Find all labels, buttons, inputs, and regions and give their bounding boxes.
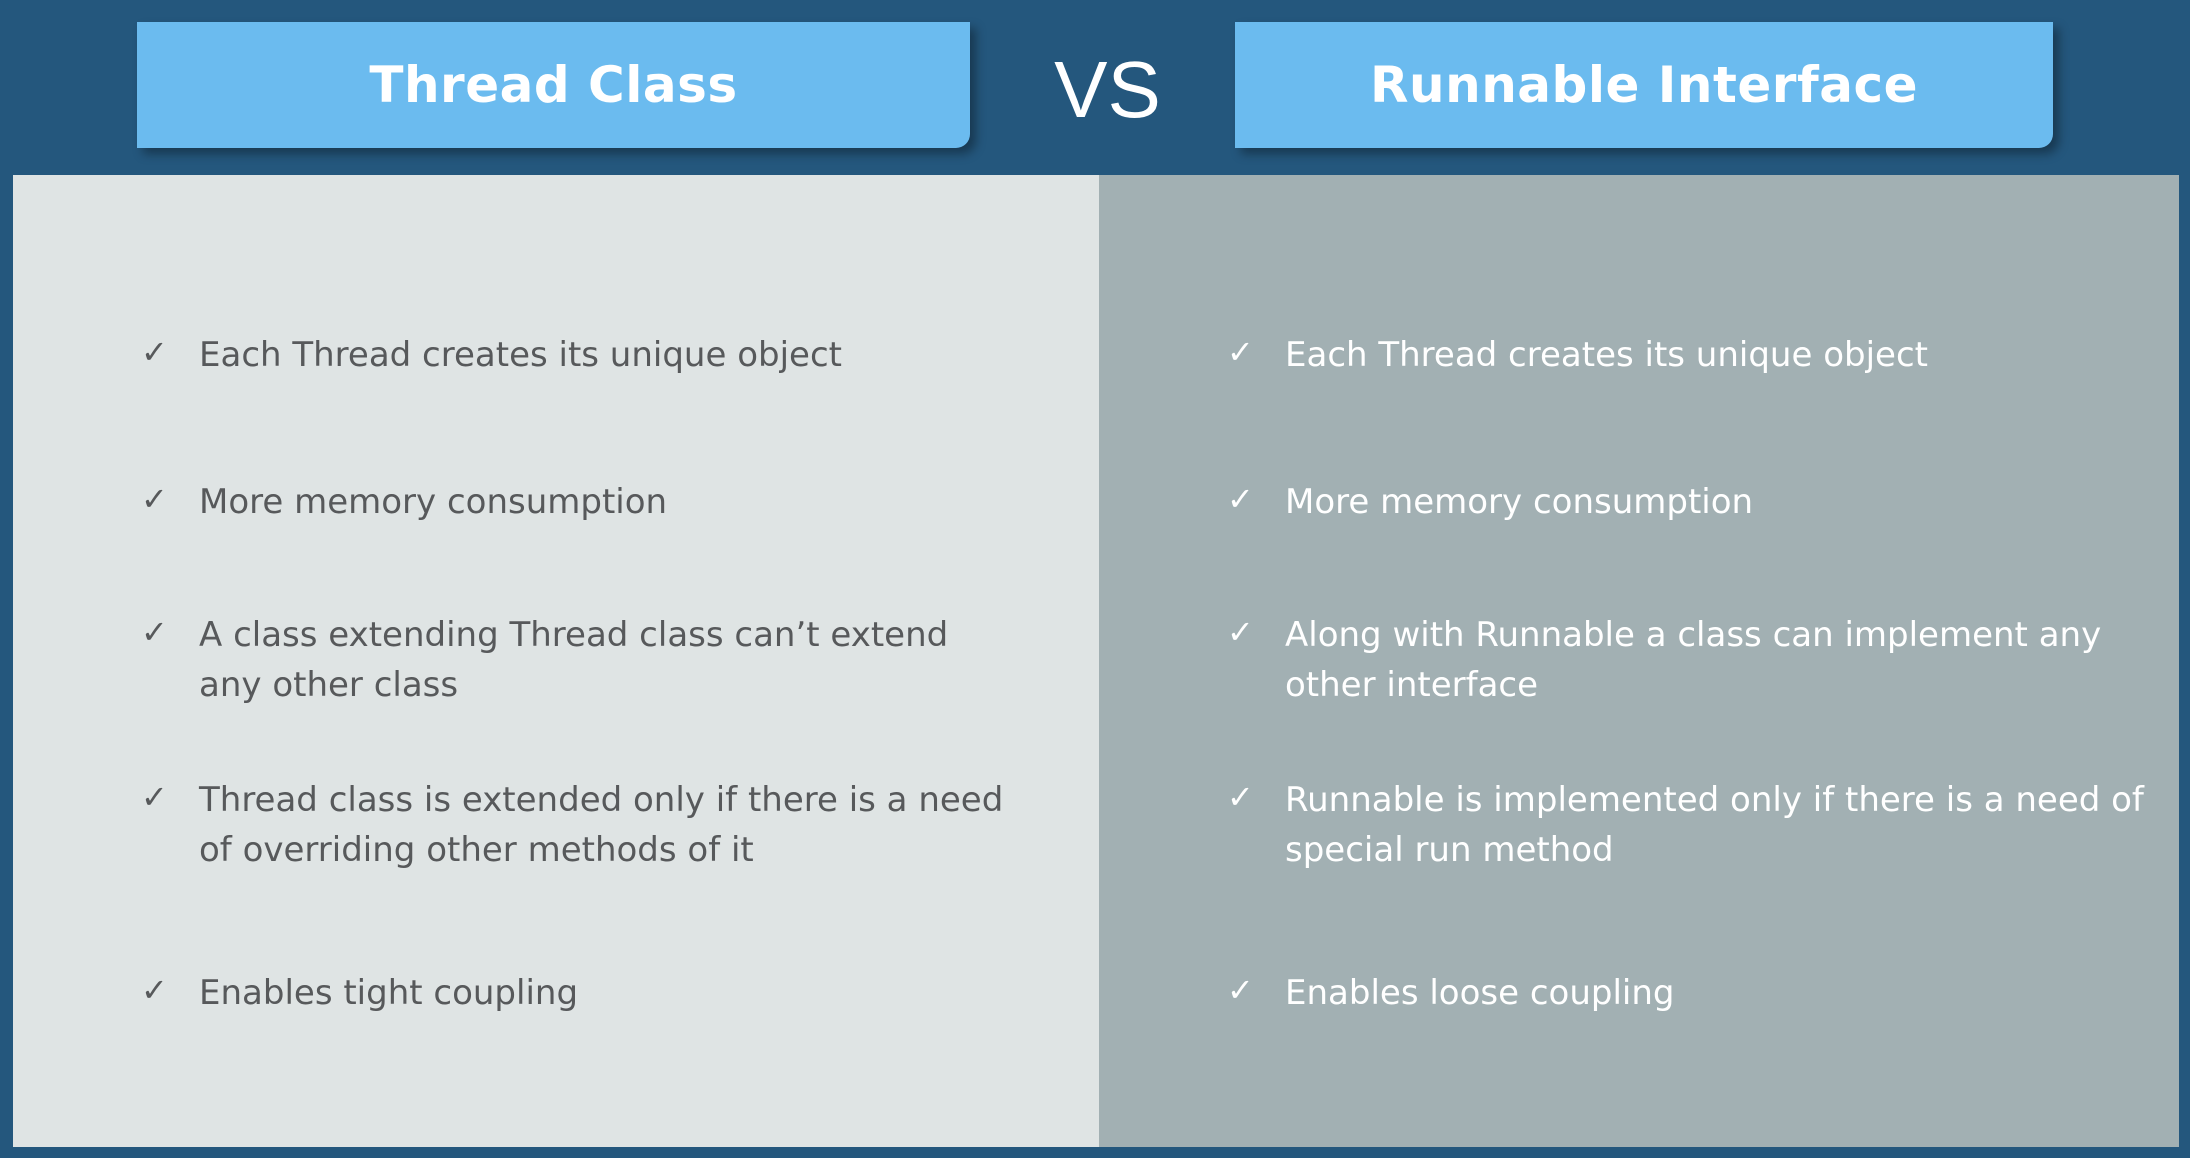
check-mark-icon: ✓ bbox=[1227, 613, 1254, 651]
thread-class-header: Thread Class bbox=[137, 22, 970, 148]
list-item: ✓ Along with Runnable a class can implem… bbox=[1227, 610, 2157, 710]
list-item-text: Each Thread creates its unique object bbox=[1285, 335, 1928, 375]
list-item: ✓ Thread class is extended only if there… bbox=[141, 775, 1021, 875]
list-item-text: Enables tight coupling bbox=[199, 973, 579, 1013]
check-mark-icon: ✓ bbox=[141, 778, 168, 816]
check-mark-icon: ✓ bbox=[141, 613, 168, 651]
thread-class-panel: ✓ Each Thread creates its unique object … bbox=[13, 175, 1099, 1147]
check-mark-icon: ✓ bbox=[141, 480, 168, 518]
list-item: ✓ More memory consumption bbox=[141, 477, 1021, 527]
list-item-text: Thread class is extended only if there i… bbox=[199, 780, 1004, 870]
list-item: ✓ A class extending Thread class can’t e… bbox=[141, 610, 1021, 710]
list-item-text: Each Thread creates its unique object bbox=[199, 335, 842, 375]
list-item: ✓ Each Thread creates its unique object bbox=[1227, 330, 2157, 380]
check-mark-icon: ✓ bbox=[1227, 971, 1254, 1009]
check-mark-icon: ✓ bbox=[141, 971, 168, 1009]
list-item: ✓ Enables loose coupling bbox=[1227, 968, 2157, 1018]
check-mark-icon: ✓ bbox=[1227, 333, 1254, 371]
list-item-text: Along with Runnable a class can implemen… bbox=[1285, 615, 2102, 705]
comparison-slide: Thread Class VS Runnable Interface ✓ Eac… bbox=[0, 0, 2190, 1158]
list-item: ✓ Runnable is implemented only if there … bbox=[1227, 775, 2157, 875]
vs-label: VS bbox=[1054, 45, 1161, 134]
runnable-interface-panel: ✓ Each Thread creates its unique object … bbox=[1099, 175, 2179, 1147]
list-item-text: More memory consumption bbox=[199, 482, 668, 522]
check-mark-icon: ✓ bbox=[141, 333, 168, 371]
list-item-text: A class extending Thread class can’t ext… bbox=[199, 615, 949, 705]
list-item: ✓ Each Thread creates its unique object bbox=[141, 330, 1021, 380]
list-item: ✓ Enables tight coupling bbox=[141, 968, 1021, 1018]
check-mark-icon: ✓ bbox=[1227, 480, 1254, 518]
runnable-interface-title: Runnable Interface bbox=[1370, 56, 1918, 114]
list-item-text: More memory consumption bbox=[1285, 482, 1754, 522]
thread-class-title: Thread Class bbox=[369, 56, 738, 114]
runnable-interface-header: Runnable Interface bbox=[1235, 22, 2053, 148]
check-mark-icon: ✓ bbox=[1227, 778, 1254, 816]
list-item: ✓ More memory consumption bbox=[1227, 477, 2157, 527]
list-item-text: Runnable is implemented only if there is… bbox=[1285, 780, 2144, 870]
list-item-text: Enables loose coupling bbox=[1285, 973, 1675, 1013]
